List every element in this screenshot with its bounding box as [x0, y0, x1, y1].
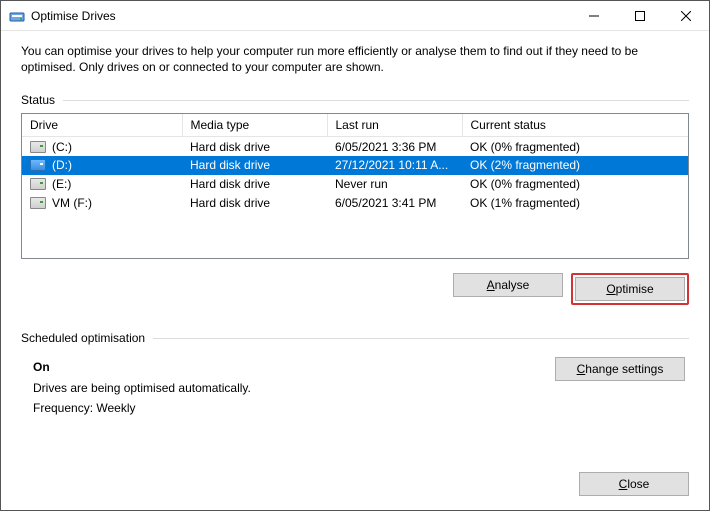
- status-heading: Status: [21, 93, 689, 107]
- cell-drive: (E:): [22, 175, 182, 194]
- close-button[interactable]: [663, 1, 709, 30]
- status-heading-label: Status: [21, 93, 55, 107]
- col-media-type[interactable]: Media type: [182, 114, 327, 137]
- drives-table[interactable]: Drive Media type Last run Current status…: [22, 114, 688, 213]
- col-drive[interactable]: Drive: [22, 114, 182, 137]
- divider: [63, 100, 689, 101]
- divider: [153, 338, 689, 339]
- minimize-button[interactable]: [571, 1, 617, 30]
- table-row[interactable]: (C:) Hard disk drive6/05/2021 3:36 PMOK (…: [22, 137, 688, 156]
- table-row[interactable]: (E:) Hard disk driveNever runOK (0% fragm…: [22, 175, 688, 194]
- scheduled-frequency: Frequency: Weekly: [33, 398, 539, 418]
- intro-text: You can optimise your drives to help you…: [21, 43, 689, 75]
- cell-last-run: 27/12/2021 10:11 A...: [327, 156, 462, 175]
- optimise-button[interactable]: Optimise: [575, 277, 685, 301]
- optimise-highlight: Optimise: [571, 273, 689, 305]
- window-controls: [571, 1, 709, 30]
- scheduled-desc: Drives are being optimised automatically…: [33, 378, 539, 398]
- cell-current-status: OK (0% fragmented): [462, 137, 688, 156]
- scheduled-heading: Scheduled optimisation: [21, 331, 689, 345]
- actions-row: Analyse Optimise: [21, 273, 689, 305]
- drives-table-container: Drive Media type Last run Current status…: [21, 113, 689, 259]
- scheduled-info: On Drives are being optimised automatica…: [33, 357, 539, 418]
- content-area: You can optimise your drives to help you…: [1, 31, 709, 510]
- cell-last-run: 6/05/2021 3:41 PM: [327, 194, 462, 213]
- scheduled-state: On: [33, 357, 539, 377]
- titlebar: Optimise Drives: [1, 1, 709, 31]
- table-row[interactable]: (D:) Hard disk drive27/12/2021 10:11 A...…: [22, 156, 688, 175]
- drive-icon: [30, 141, 46, 153]
- cell-media-type: Hard disk drive: [182, 194, 327, 213]
- drive-label: (D:): [52, 158, 72, 172]
- footer: Close: [21, 460, 689, 496]
- table-row[interactable]: VM (F:) Hard disk drive6/05/2021 3:41 PMO…: [22, 194, 688, 213]
- window-title: Optimise Drives: [31, 9, 571, 23]
- cell-current-status: OK (2% fragmented): [462, 156, 688, 175]
- cell-drive: (C:): [22, 137, 182, 156]
- change-settings-button[interactable]: Change settings: [555, 357, 685, 381]
- maximize-button[interactable]: [617, 1, 663, 30]
- scheduled-body: On Drives are being optimised automatica…: [21, 351, 689, 418]
- col-current-status[interactable]: Current status: [462, 114, 688, 137]
- cell-media-type: Hard disk drive: [182, 156, 327, 175]
- cell-current-status: OK (0% fragmented): [462, 175, 688, 194]
- drive-icon: [30, 159, 46, 171]
- table-header-row: Drive Media type Last run Current status: [22, 114, 688, 137]
- drive-label: (C:): [52, 140, 72, 154]
- optimise-drives-window: Optimise Drives You can optimise your dr…: [0, 0, 710, 511]
- cell-drive: VM (F:): [22, 194, 182, 213]
- col-last-run[interactable]: Last run: [327, 114, 462, 137]
- drive-label: (E:): [52, 177, 71, 191]
- analyse-button[interactable]: Analyse: [453, 273, 563, 297]
- drive-label: VM (F:): [52, 196, 92, 210]
- scheduled-section: Scheduled optimisation On Drives are bei…: [21, 331, 689, 418]
- cell-current-status: OK (1% fragmented): [462, 194, 688, 213]
- drive-icon: [30, 197, 46, 209]
- drive-icon: [30, 178, 46, 190]
- scheduled-heading-label: Scheduled optimisation: [21, 331, 145, 345]
- cell-media-type: Hard disk drive: [182, 137, 327, 156]
- close-dialog-button[interactable]: Close: [579, 472, 689, 496]
- cell-last-run: Never run: [327, 175, 462, 194]
- cell-media-type: Hard disk drive: [182, 175, 327, 194]
- cell-last-run: 6/05/2021 3:36 PM: [327, 137, 462, 156]
- cell-drive: (D:): [22, 156, 182, 175]
- app-icon: [9, 8, 25, 24]
